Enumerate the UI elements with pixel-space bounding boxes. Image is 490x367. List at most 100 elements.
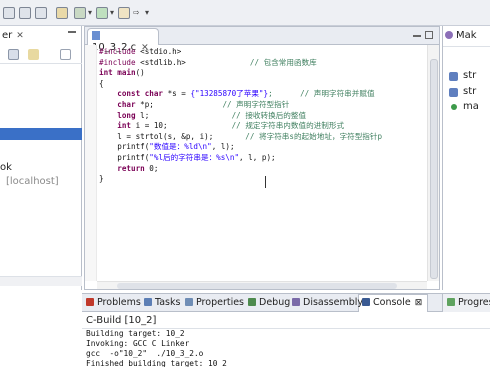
code-line[interactable]: int main() <box>99 68 429 79</box>
function-icon <box>451 104 457 110</box>
code-line[interactable]: { <box>99 79 429 90</box>
code-line[interactable]: char *p; // 声明字符型指针 <box>99 100 429 111</box>
code-comment: // 包含常用函数库 <box>185 57 317 67</box>
code-comment: // 声明字符型指针 <box>153 99 290 109</box>
code-line[interactable]: l = strtol(s, &p, i); // 将字符串s的起始地址，字符型指… <box>99 132 429 143</box>
code-keyword: return <box>99 163 150 173</box>
code-line[interactable]: return 0; <box>99 164 429 175</box>
code-keyword: #include <box>99 57 141 67</box>
code-keyword: #include <box>99 47 141 56</box>
tab-label: Debug <box>259 297 291 308</box>
close-icon[interactable]: ⊠ <box>415 298 423 308</box>
debug-dropdown-icon[interactable]: ▾ <box>88 8 92 17</box>
tab-console[interactable]: Console ⊠ <box>362 297 422 308</box>
code-line[interactable]: } <box>99 174 429 185</box>
project-explorer-tab[interactable]: er ✕ <box>0 30 60 46</box>
code-line[interactable]: printf("数值是：%ld\n", l); <box>99 142 429 153</box>
code-token: l; <box>140 110 150 120</box>
disassembly-icon <box>292 298 300 306</box>
tree-item[interactable]: ok <box>0 162 12 173</box>
code-token: 0; <box>149 163 159 173</box>
tab-label: Properties <box>196 297 245 308</box>
bottom-views: Problems Tasks Properties Debug Disassem… <box>82 293 490 367</box>
code-comment: // 规定字符串内数值的进制形式 <box>167 121 345 131</box>
debug-icon[interactable] <box>74 7 86 19</box>
scrollbar-thumb[interactable] <box>430 59 438 279</box>
code-token: i = 10; <box>135 121 168 131</box>
tab-label: Tasks <box>155 297 181 308</box>
progress-icon <box>447 298 455 306</box>
back-icon[interactable] <box>118 7 130 19</box>
properties-icon <box>185 298 193 306</box>
main-toolbar: ▾ ▾ ⇨ ▾ <box>0 0 490 26</box>
vertical-scrollbar[interactable] <box>427 45 439 281</box>
editor-tab-10-3-2-c[interactable]: 10_3_2.c ✕ <box>87 28 159 53</box>
outline-item[interactable]: str <box>463 70 476 81</box>
editor-tab-bar: 10_3_2.c ✕ <box>85 27 439 53</box>
close-icon[interactable]: ✕ <box>16 31 24 41</box>
selected-tree-item[interactable] <box>0 128 82 140</box>
code-keyword: char <box>99 99 141 109</box>
bottom-tab-bar: Problems Tasks Properties Debug Disassem… <box>82 294 452 312</box>
code-comment: // 将字符串s的起始地址，字符型指针p <box>213 131 383 141</box>
new-icon[interactable] <box>3 7 15 19</box>
print-icon[interactable] <box>35 7 47 19</box>
console-line: Building target: 10_2 <box>86 329 185 338</box>
run-icon[interactable] <box>96 7 108 19</box>
code-keyword: int <box>99 121 136 131</box>
forward-icon[interactable]: ⇨ <box>133 8 140 17</box>
code-keyword: const char <box>99 89 168 99</box>
code-line[interactable]: int i = 10; // 规定字符串内数值的进制形式 <box>99 121 429 132</box>
save-icon[interactable] <box>19 7 31 19</box>
horizontal-scrollbar[interactable] <box>97 281 427 289</box>
console-line: gcc -o"10_2" ./10_3_2.o <box>86 349 204 358</box>
code-text[interactable]: #include <stdio.h> #include <stdlib.h> //… <box>99 47 429 185</box>
code-token: , l); <box>211 142 235 152</box>
code-line[interactable]: long l; // 接收转换后的整值 <box>99 111 429 122</box>
code-string: "数值是：%ld\n" <box>149 142 212 152</box>
tab-progress[interactable]: Progress <box>447 297 490 308</box>
code-line[interactable]: const char *s = {"13285870了苹果"}; // 声明字符… <box>99 89 429 100</box>
outline-item[interactable]: ma <box>463 101 479 112</box>
code-editor: 10_3_2.c ✕ #include <stdio.h> #include <st… <box>84 26 440 290</box>
include-icon <box>449 88 458 97</box>
minimize-icon[interactable] <box>68 31 76 33</box>
run-dropdown-icon[interactable]: ▾ <box>110 8 114 17</box>
console-output[interactable]: Building target: 10_2 Invoking: GCC C Lin… <box>86 329 227 367</box>
line-gutter[interactable] <box>85 45 97 281</box>
code-line[interactable]: #include <stdio.h> <box>99 47 429 58</box>
scrollbar-thumb[interactable] <box>117 283 397 289</box>
outline-view: Mak str str ma <box>442 26 490 290</box>
project-explorer-view: er ✕ ok [localhost] <box>0 26 82 290</box>
forward-dropdown-icon[interactable]: ▾ <box>145 8 149 17</box>
text-cursor <box>265 176 266 188</box>
code-token: , l, p); <box>239 152 276 162</box>
tab-tasks[interactable]: Tasks <box>144 297 180 308</box>
view-menu-icon[interactable] <box>60 49 71 60</box>
tree-item-host[interactable]: [localhost] <box>6 176 59 187</box>
outline-item[interactable]: str <box>463 86 476 97</box>
tab-label: Console <box>373 297 411 308</box>
code-token: *s = <box>167 89 191 99</box>
code-token: l = strtol(s, &p, i); <box>99 131 214 141</box>
tab-label: Disassembly <box>303 297 364 308</box>
link-editor-icon[interactable] <box>28 49 39 60</box>
code-line[interactable]: #include <stdlib.h> // 包含常用函数库 <box>99 58 429 69</box>
build-icon[interactable] <box>56 7 68 19</box>
outline-tab[interactable]: Mak <box>445 30 477 41</box>
code-token: } <box>99 174 104 184</box>
collapse-all-icon[interactable] <box>8 49 19 60</box>
tab-label: Problems <box>97 297 141 308</box>
minimize-icon[interactable] <box>413 35 421 37</box>
maximize-icon[interactable] <box>425 31 433 39</box>
c-file-icon <box>92 31 100 40</box>
tasks-icon <box>144 298 152 306</box>
tab-label: Progress <box>458 297 490 308</box>
tab-properties[interactable]: Properties <box>185 297 244 308</box>
horizontal-scrollbar[interactable] <box>0 276 82 286</box>
tab-disassembly[interactable]: Disassembly <box>292 297 363 308</box>
code-line[interactable]: printf("%l后的字符串是：%s\n", l, p); <box>99 153 429 164</box>
divider <box>443 46 490 47</box>
tab-problems[interactable]: Problems <box>86 297 141 308</box>
tab-debug[interactable]: Debug <box>248 297 290 308</box>
